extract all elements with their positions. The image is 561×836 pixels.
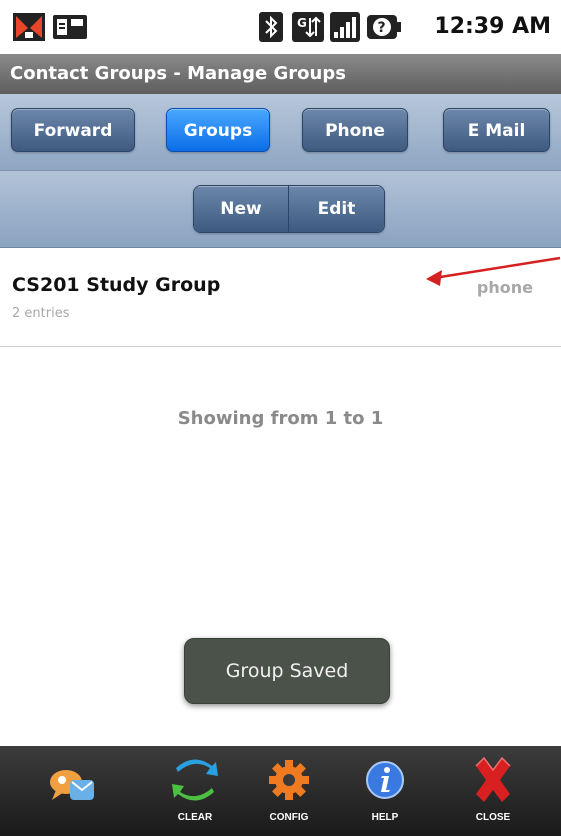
help-button[interactable]: HELP [340, 746, 430, 836]
svg-text:G: G [297, 16, 307, 30]
help-label: HELP [371, 812, 399, 823]
bluetooth-icon [259, 12, 283, 46]
clear-button[interactable]: CLEAR [150, 746, 240, 836]
tab-phone[interactable]: Phone [302, 108, 408, 152]
list-item[interactable]: CS201 Study Group 2 entries phone [0, 248, 561, 347]
data-transfer-icon: G [292, 12, 324, 46]
group-name: CS201 Study Group [12, 274, 221, 296]
status-bar: G ? 12:39 AM [0, 0, 561, 54]
close-icon [475, 756, 511, 802]
action-bar: New Edit [0, 171, 561, 248]
new-button[interactable]: New [194, 186, 289, 232]
tab-groups[interactable]: Groups [166, 108, 270, 152]
config-label: CONFIG [269, 812, 309, 823]
contacts-home-button[interactable] [28, 746, 118, 836]
new-edit-segmented-control: New Edit [193, 185, 385, 233]
clear-label: CLEAR [177, 812, 213, 823]
tab-forward[interactable]: Forward [11, 108, 135, 152]
close-button[interactable]: CLOSE [448, 746, 538, 836]
signal-strength-icon [330, 12, 360, 46]
bottom-toolbar: CLEAR CONFIG HELP CLOSE [0, 746, 561, 836]
close-label: CLOSE [475, 812, 511, 823]
svg-text:?: ? [378, 20, 386, 36]
group-type-tag: phone [476, 278, 533, 297]
tab-email[interactable]: E Mail [443, 108, 550, 152]
info-icon [366, 761, 404, 799]
contacts-chat-icon [50, 770, 94, 800]
config-button[interactable]: CONFIG [244, 746, 334, 836]
toast-message: Group Saved [184, 638, 390, 704]
gear-icon [269, 760, 309, 800]
status-time: 12:39 AM [434, 14, 551, 39]
page-title: Contact Groups - Manage Groups [0, 54, 561, 94]
battery-unknown-icon: ? [366, 13, 402, 45]
sd-card-icon [52, 14, 88, 44]
app-notification-icon [12, 12, 46, 46]
pager-status: Showing from 1 to 1 [177, 408, 384, 429]
tab-bar: Forward Groups Phone E Mail [0, 94, 561, 171]
refresh-arrows-icon [172, 759, 218, 801]
group-entry-count: 2 entries [12, 306, 70, 321]
edit-button[interactable]: Edit [289, 186, 384, 232]
